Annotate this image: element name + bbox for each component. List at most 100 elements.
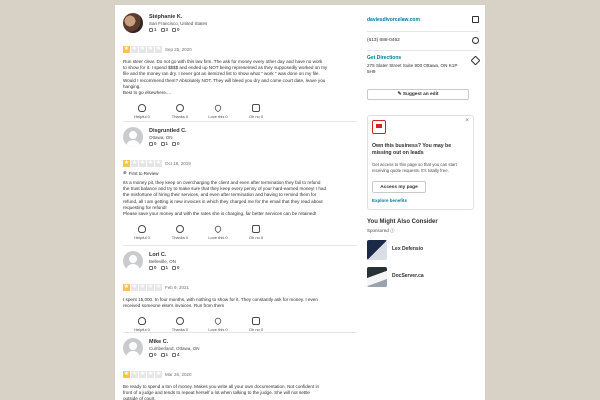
heart-icon	[213, 103, 223, 113]
reviewer-location: San Francisco, United States	[149, 21, 208, 26]
review-text-line: received someone else's invoices. Run fr…	[123, 303, 225, 309]
reviewer-stats: 0 1 4	[149, 352, 180, 357]
oh-no-button[interactable]: Oh no 0	[237, 317, 275, 332]
photo-count-value: 1	[165, 265, 169, 270]
review-date: Mar 26, 2020	[165, 372, 192, 377]
elite-count: 0	[172, 265, 180, 270]
star-icon	[139, 283, 146, 291]
oh-no-button[interactable]: Oh no 0	[237, 225, 275, 240]
reviewer-name[interactable]: Mike C.	[149, 339, 168, 345]
helpful-button[interactable]: Helpful 0	[123, 104, 161, 119]
review-count-value: 0	[154, 352, 157, 357]
external-link-icon[interactable]	[472, 16, 479, 23]
photo-count: 1	[160, 352, 168, 357]
elite-count-value: 0	[177, 141, 180, 146]
get-directions-link[interactable]: Get Directions	[367, 55, 401, 61]
directions-icon[interactable]	[470, 55, 481, 66]
review-divider	[123, 332, 357, 333]
oh-no-button[interactable]: Oh no 0	[237, 104, 275, 119]
avatar[interactable]	[123, 338, 143, 358]
explore-benefits-link[interactable]: Explore benefits	[372, 198, 407, 203]
love-this-button[interactable]: Love this 0	[199, 224, 237, 241]
love-this-label: Love this 0	[208, 114, 228, 120]
review-count: 0	[149, 265, 157, 270]
photo-count: 1	[160, 141, 168, 146]
elite-count-icon	[172, 27, 177, 32]
photo-count-icon	[160, 141, 165, 146]
elite-count-value: 0	[177, 27, 180, 32]
star-icon	[147, 370, 154, 378]
review-divider	[123, 121, 357, 122]
review-count-value: 0	[154, 141, 157, 146]
review-divider	[123, 245, 357, 246]
sponsor-name: Lex Defensio	[392, 246, 424, 252]
reviewer-stats: 1 3 0	[149, 27, 180, 32]
photo-count-icon	[160, 27, 165, 32]
elite-count: 0	[172, 27, 180, 32]
badge-icon: ⊕	[123, 170, 127, 175]
oh-no-icon	[252, 225, 260, 234]
elite-count-value: 4	[177, 352, 180, 357]
elite-count: 0	[172, 141, 180, 146]
owner-card-body: Get access to this page so that you can …	[372, 162, 457, 173]
star-rating	[123, 45, 162, 53]
review-count-icon	[149, 141, 153, 146]
star-icon	[147, 45, 154, 53]
love-this-button[interactable]: Love this 0	[199, 103, 237, 120]
review-text: Be ready to spend a ton of money. Makes …	[123, 384, 357, 400]
sponsor-item[interactable]: Lex Defensio	[367, 240, 477, 260]
review-count-value: 1	[154, 27, 157, 32]
star-icon	[139, 45, 146, 53]
star-icon	[155, 159, 162, 167]
review-text-line: refund, all I am getting is new invoices…	[123, 198, 323, 204]
sidebar: daviesdivorcelaw.com (613) 688-0462 Get …	[367, 5, 485, 400]
reviewer-name[interactable]: Disgruntled C.	[149, 128, 187, 134]
thanks-button[interactable]: Thanks 0	[161, 317, 199, 332]
review-text-line: Best to go elsewhere....	[123, 90, 172, 96]
thanks-label: Thanks 0	[171, 235, 189, 241]
website-link[interactable]: daviesdivorcelaw.com	[367, 17, 420, 23]
star-icon	[123, 283, 130, 291]
suggest-edit-button[interactable]: ✎ Suggest an edit	[367, 89, 469, 100]
also-consider-heading: You Might Also Consider	[367, 219, 438, 225]
thanks-label: Thanks 0	[171, 114, 189, 120]
elite-count-value: 0	[177, 265, 180, 270]
owner-card: × Own this business? You may be missing …	[367, 115, 474, 210]
reviewer-name[interactable]: Lori C.	[149, 252, 166, 258]
reviewer-location: Belleville, ON	[149, 259, 177, 264]
review-text-line: Would I recommend them? Absolutely NOT. …	[123, 77, 326, 83]
review-count-icon	[149, 27, 153, 32]
photo-count-icon	[160, 352, 165, 357]
love-this-button[interactable]: Love this 0	[199, 316, 237, 332]
reviewer-location: Cumberland, Ottawa, ON	[149, 346, 200, 351]
star-icon	[123, 45, 130, 53]
avatar[interactable]	[123, 13, 143, 33]
review-text-line: Please save your money and with the rate…	[123, 211, 317, 217]
star-icon	[123, 370, 130, 378]
avatar[interactable]	[123, 127, 143, 147]
close-icon[interactable]: ×	[465, 118, 469, 124]
helpful-button[interactable]: Helpful 0	[123, 317, 161, 332]
thanks-icon	[176, 104, 184, 113]
star-icon	[131, 370, 138, 378]
photo-count: 1	[160, 265, 169, 270]
avatar[interactable]	[123, 251, 143, 271]
review-actions: Helpful 0 Thanks 0 Love this 0 Oh no 0	[123, 224, 275, 241]
sponsor-name: DocServer.ca	[392, 273, 424, 279]
review-count-icon	[149, 265, 153, 270]
oh-no-icon	[252, 317, 260, 326]
thanks-button[interactable]: Thanks 0	[161, 104, 199, 119]
star-icon	[131, 159, 138, 167]
access-my-page-button[interactable]: Access my page	[372, 181, 426, 193]
helpful-button[interactable]: Helpful 0	[123, 225, 161, 240]
elite-count-icon	[172, 141, 177, 146]
star-icon	[139, 370, 146, 378]
sponsor-item[interactable]: DocServer.ca	[367, 267, 477, 287]
love-this-label: Love this 0	[208, 235, 228, 241]
reviewer-name[interactable]: Stéphanie K.	[149, 14, 182, 20]
thanks-button[interactable]: Thanks 0	[161, 225, 199, 240]
first-to-review-label: First to Review	[128, 170, 159, 176]
review-count: 1	[149, 27, 157, 32]
reviewer-stats: 0 1 0	[149, 265, 180, 270]
lightbulb-icon	[138, 317, 146, 326]
